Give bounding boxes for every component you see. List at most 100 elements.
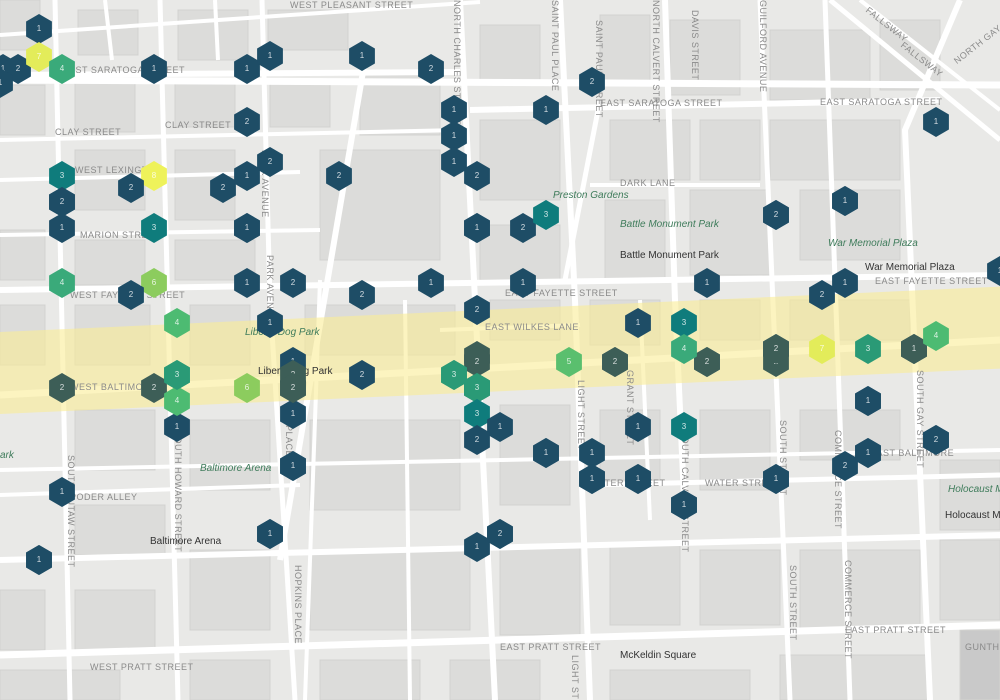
hex-count: 1 [474, 542, 480, 551]
hex-count: 1 [451, 157, 457, 166]
hex-count: 3 [681, 318, 687, 327]
street-label: EAST SARATOGA STREET [820, 97, 943, 107]
hex-count: 3 [174, 370, 180, 379]
hex-count: 2 [704, 357, 710, 366]
hex-count: 1 [911, 344, 917, 353]
hex-count: 1 [244, 171, 250, 180]
hex-count: 1 [59, 487, 65, 496]
hex-count: 1 [36, 24, 42, 33]
street-label: SOUTH HOWARD STREET [173, 430, 183, 553]
place-label: Preston Gardens [553, 190, 629, 201]
hex-count: 2 [336, 171, 342, 180]
hex-count: 1 [267, 51, 273, 60]
hex-count: 4 [174, 396, 180, 405]
street-label: EAST WILKES LANE [485, 322, 579, 332]
street-label: SAINT PAUL STREET [594, 20, 604, 118]
hex-count: 2 [359, 370, 365, 379]
street-label: EAST PRATT STREET [845, 625, 947, 635]
street-label: COMMERCE STREET [843, 560, 853, 660]
hex-count: 3 [474, 409, 480, 418]
hex-count: 2 [244, 117, 250, 126]
hex-count: 1 [842, 278, 848, 287]
street-label: NORTH CALVERT STREET [651, 0, 661, 123]
place-label: Baltimore Arena [200, 463, 272, 474]
place-label: ark [0, 450, 14, 461]
hex-count: 1 [497, 422, 503, 431]
hex-count: 1 [589, 474, 595, 483]
hex-count: 4 [681, 344, 687, 353]
hex-count: 2 [819, 290, 825, 299]
street-label: WEST PRATT STREET [90, 662, 194, 672]
hex-count: 3 [451, 370, 457, 379]
place-label: War Memorial Plaza [828, 238, 918, 249]
hex-count: 2 [474, 357, 480, 366]
street-label: LIGHT STREET [576, 380, 586, 451]
hex-count: 2 [15, 64, 21, 73]
hex-count: 1 [0, 79, 2, 87]
street-label: GUNTHER CIRCLE [965, 642, 1000, 652]
street-label: SOUTH GAY STREET [915, 370, 925, 469]
hex-count: 2 [220, 183, 226, 192]
hex-count: 2 [474, 171, 480, 180]
hex-count: 2 [128, 183, 134, 192]
hex-count: 1 [451, 131, 457, 140]
street-label: DARK LANE [620, 178, 676, 188]
hex-count: 1 [151, 64, 157, 73]
hex-count: 1 [773, 474, 779, 483]
hex-count: 2 [589, 77, 595, 86]
hex-count: 6 [151, 278, 157, 287]
hex-count: 2 [773, 210, 779, 219]
hex-count: 1 [589, 448, 595, 457]
street-label: SOUTH EUTAW STREET [66, 455, 76, 568]
street-label: COMMERCE STREET [833, 430, 843, 530]
hex-count: 1 [290, 409, 296, 418]
hex-count: 1 [359, 51, 365, 60]
hex-count: 1 [267, 318, 273, 327]
hex-count: 4 [59, 278, 65, 287]
hex-count: 1 [244, 64, 250, 73]
hex-count: 2 [474, 305, 480, 314]
hex-count: 1 [635, 318, 641, 327]
hex-count: 1 [865, 448, 871, 457]
hex-count: 7 [36, 52, 42, 61]
hex-count: 1 [933, 117, 939, 126]
hex-count: 2 [128, 290, 134, 299]
street-label: PODER ALLEY [70, 492, 138, 502]
street-label: EAST PRATT STREET [500, 642, 602, 652]
hex-count: 2 [290, 383, 296, 392]
hex-count: 2 [520, 223, 526, 232]
hex-count: 2 [151, 383, 157, 392]
hex-count: 3 [681, 422, 687, 431]
hex-count: 1 [244, 278, 250, 287]
hex-count: 2 [267, 157, 273, 166]
hex-count: 2 [773, 344, 779, 353]
hex-count: 1 [36, 555, 42, 564]
hex-count: 1 [635, 422, 641, 431]
hex-count: 4 [59, 64, 65, 73]
street-label: EAST SARATOGA STREET [600, 98, 723, 108]
hex-count: 2 [612, 357, 618, 366]
hex-count: 1 [174, 422, 180, 431]
hex-count: 1 [474, 223, 480, 232]
hex-count: 3 [151, 223, 157, 232]
hex-count: 2 [933, 435, 939, 444]
hex-count: 2 [428, 64, 434, 73]
hex-count: 1 [267, 529, 273, 538]
street-label: EAST FAYETTE STREET [875, 276, 988, 286]
street-label: CLAY STREET [165, 120, 232, 130]
hex-count: 2 [290, 278, 296, 287]
hex-count: 4 [933, 331, 939, 340]
hex-count: 1 [842, 196, 848, 205]
street-label: LIGHT STREET [570, 655, 580, 700]
hex-count: 2 [59, 197, 65, 206]
hex-count: 5 [566, 357, 572, 366]
hex-count: 1 [428, 278, 434, 287]
street-label: CLAY STREET [55, 127, 122, 137]
place-label: Battle Monument Park [620, 219, 719, 230]
map[interactable]: WEST PLEASANT STREET WEST SARATOGA STREE… [0, 0, 1000, 700]
hex-count: 1 [451, 105, 457, 114]
street-label: HOPKINS PLACE [293, 565, 303, 645]
hex-count: 1 [543, 448, 549, 457]
hex-count: 1 [865, 396, 871, 405]
hex-count: 6 [244, 383, 250, 392]
